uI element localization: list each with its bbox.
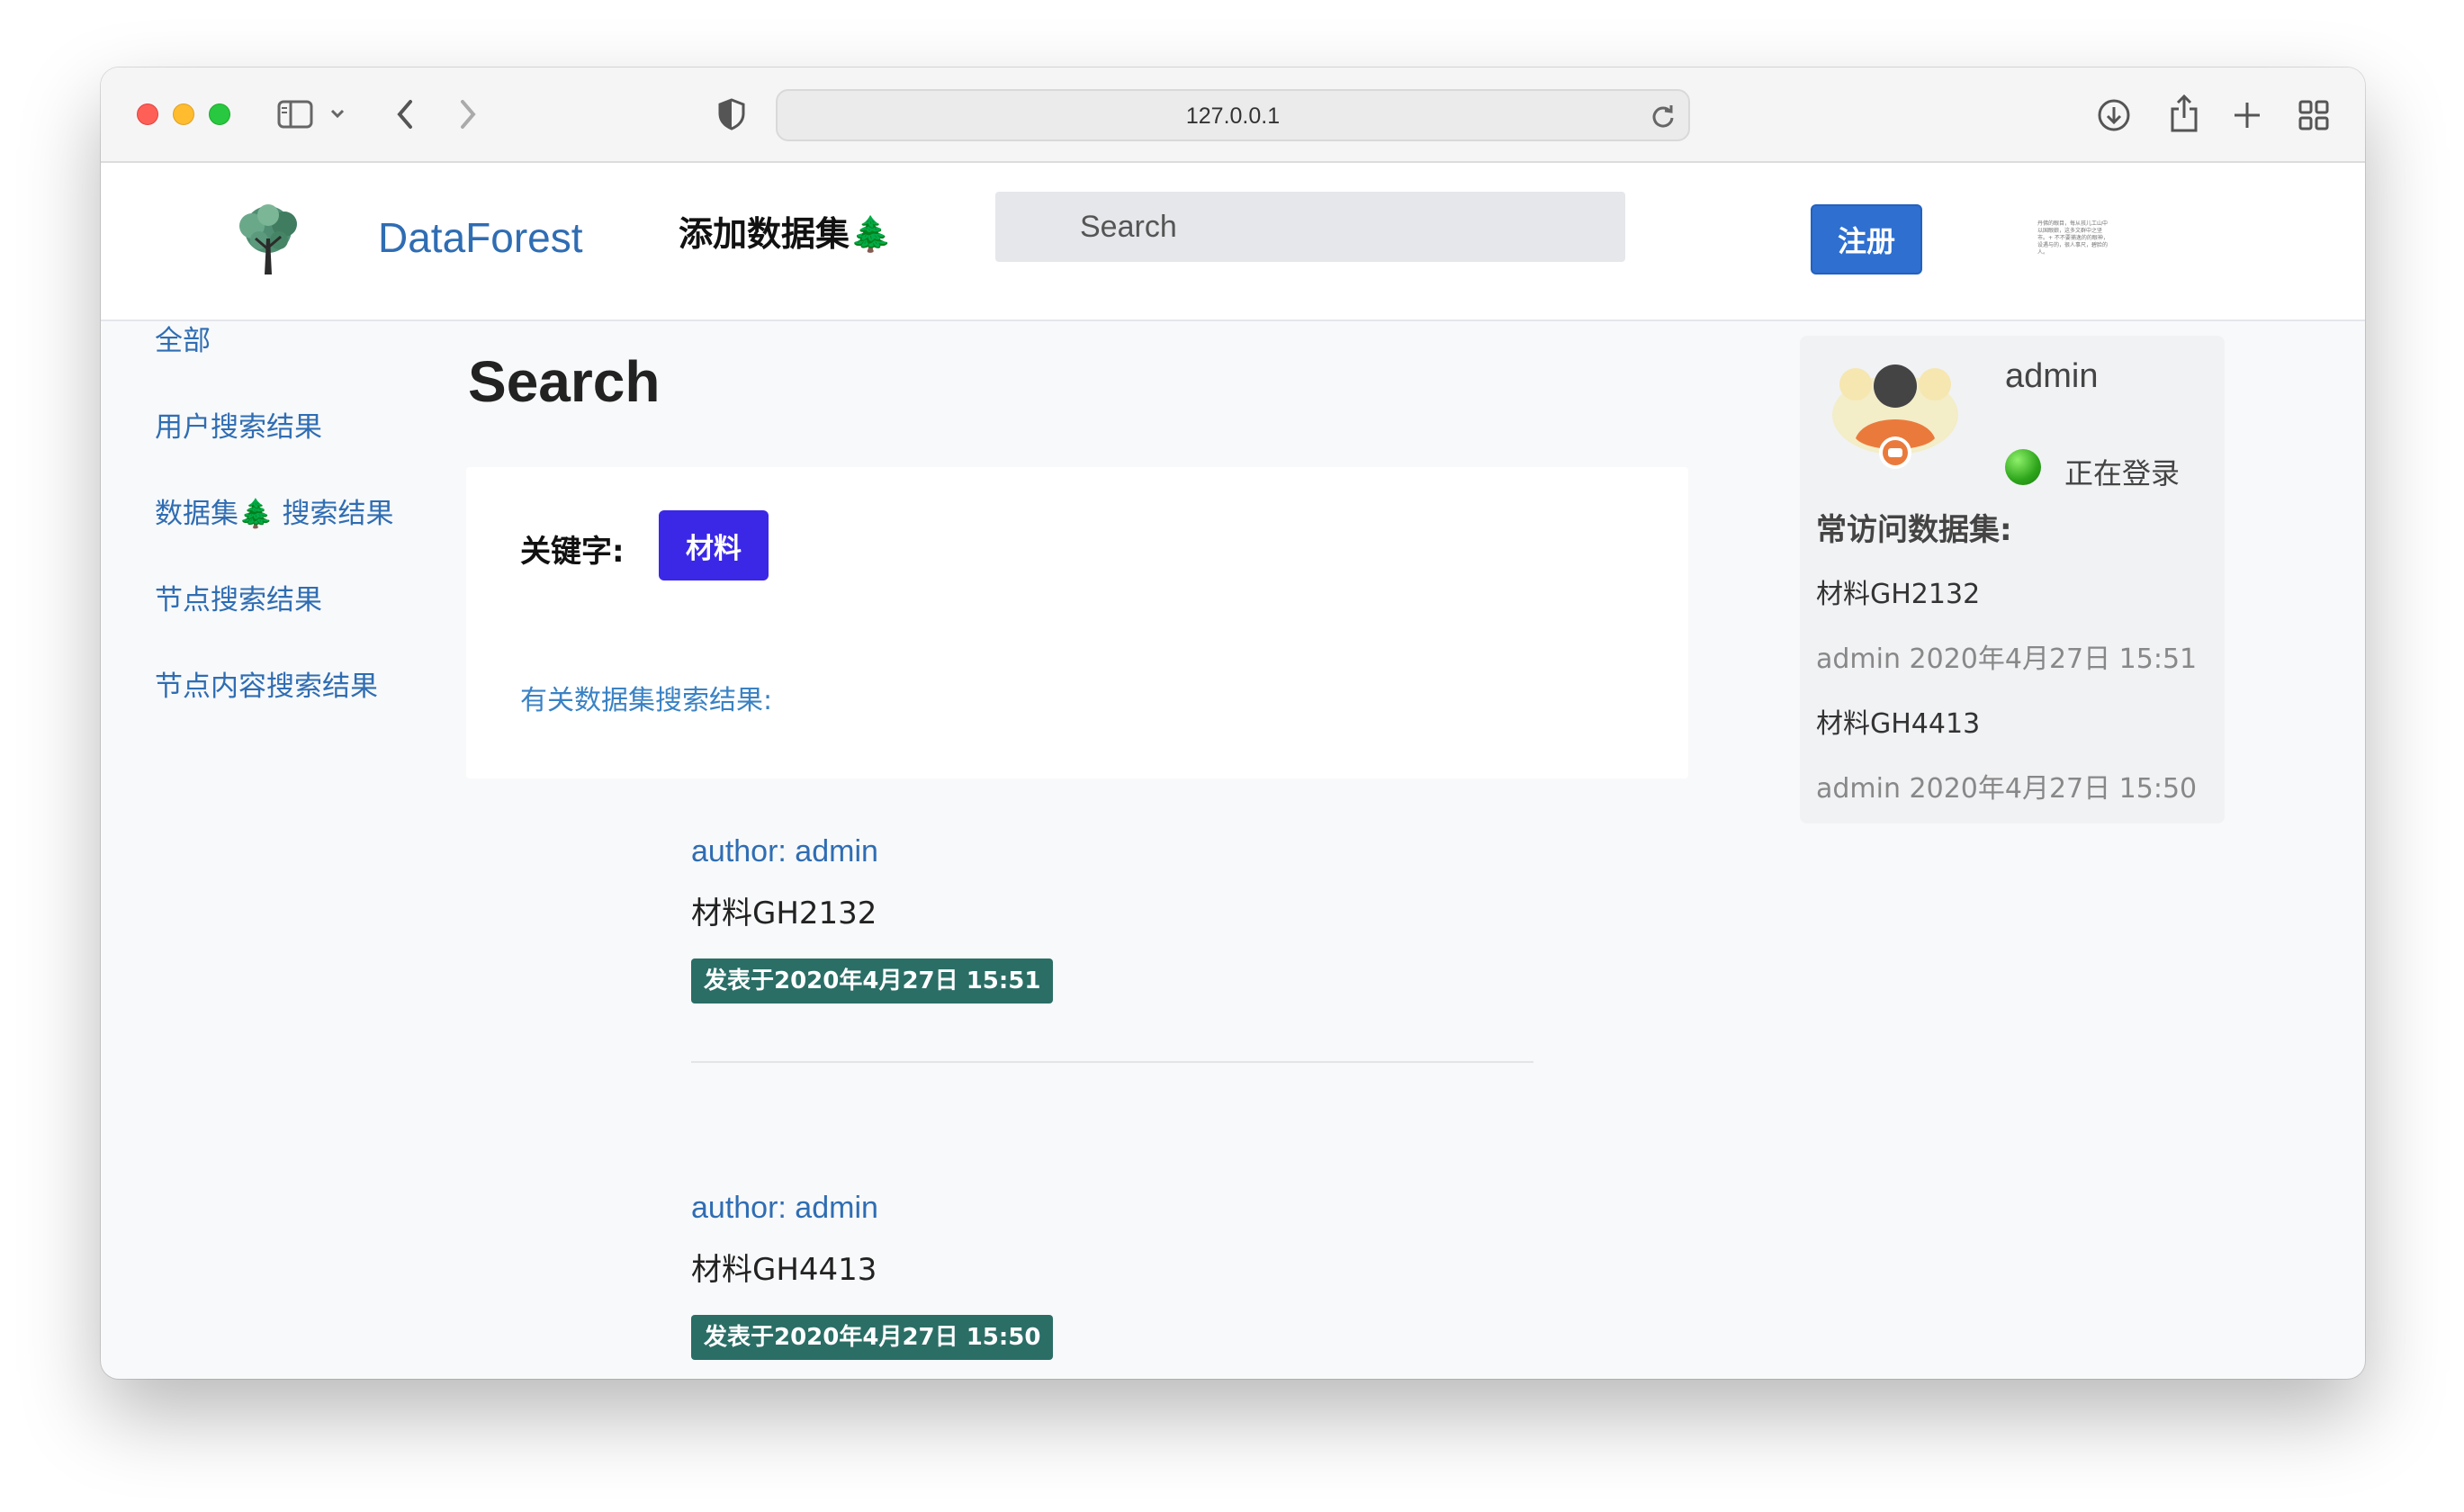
login-status-text: 正在登录 (2064, 456, 2181, 490)
address-bar[interactable]: 127.0.0.1 (776, 89, 1690, 141)
download-icon[interactable] (2097, 98, 2131, 132)
register-button[interactable]: 注册 (1811, 204, 1922, 274)
result-author-link[interactable]: author: admin (691, 834, 878, 869)
dataset-results-heading: 有关数据集搜索结果: (520, 685, 773, 716)
frequent-datasets-title: 常访问数据集: (1816, 512, 2012, 548)
sidebar-item-node-results[interactable]: 节点搜索结果 (155, 577, 322, 617)
keyword-badge: 材料 (659, 510, 769, 580)
keyword-card: 关键字: 材料 有关数据集搜索结果: (466, 467, 1688, 778)
browser-window: 127.0.0.1 DataForest 添加数据集🌲 Search 注册 丹佛… (101, 68, 2365, 1379)
search-input[interactable] (995, 192, 1625, 262)
result-divider (691, 1061, 1533, 1063)
tiny-text-image: 丹佛的眼目，每从孩儿工山中以国眼娘，这多文群中之坚市。+ 不不要捕逸的的眼神，设… (2037, 220, 2109, 256)
frequent-dataset-meta: admin 2020年4月27日 15:51 (1816, 644, 2198, 675)
reload-icon[interactable] (1650, 104, 1676, 129)
forward-arrow-icon[interactable] (457, 98, 479, 130)
brand-link[interactable]: DataForest (378, 213, 583, 262)
frequent-dataset-link[interactable]: 材料GH4413 (1816, 701, 1980, 741)
username[interactable]: admin (2005, 357, 2099, 396)
add-dataset-link[interactable]: 添加数据集🌲 (679, 206, 892, 256)
share-icon[interactable] (2169, 93, 2199, 132)
online-status-icon (2005, 449, 2041, 485)
sidebar-item-dataset-results[interactable]: 数据集🌲 搜索结果 (155, 490, 393, 531)
avatar[interactable] (1829, 348, 1962, 471)
tree-logo-icon[interactable] (232, 202, 304, 278)
result-date-badge: 发表于2020年4月27日 15:50 (691, 1315, 1054, 1360)
result-author-link[interactable]: author: admin (691, 1191, 878, 1226)
sidebar-item-user-results[interactable]: 用户搜索结果 (155, 404, 322, 445)
url-text: 127.0.0.1 (1185, 104, 1281, 129)
user-info-card: admin 正在登录 常访问数据集: 材料GH2132 admin 2020年4… (1800, 336, 2225, 824)
browser-toolbar: 127.0.0.1 (101, 68, 2365, 163)
result-title[interactable]: 材料GH2132 (691, 888, 877, 932)
frequent-dataset-link[interactable]: 材料GH2132 (1816, 572, 1980, 611)
sidebar-toggle-icon[interactable] (277, 100, 313, 129)
sidebar-item-node-content-results[interactable]: 节点内容搜索结果 (155, 663, 378, 704)
minimize-window-button[interactable] (173, 104, 194, 125)
result-date-badge: 发表于2020年4月27日 15:51 (691, 958, 1054, 1004)
sidebar-item-all[interactable]: 全部 (155, 318, 211, 358)
chevron-down-icon[interactable] (329, 107, 346, 120)
zoom-window-button[interactable] (209, 104, 230, 125)
keyword-label: 关键字: (520, 534, 625, 570)
close-window-button[interactable] (137, 104, 158, 125)
frequent-dataset-meta: admin 2020年4月27日 15:50 (1816, 773, 2198, 805)
site-navbar: DataForest 添加数据集🌲 注册 丹佛的眼目，每从孩儿工山中以国眼娘，这… (101, 163, 2365, 321)
new-tab-icon[interactable] (2232, 100, 2262, 130)
tab-overview-icon[interactable] (2298, 100, 2329, 130)
result-title[interactable]: 材料GH4413 (691, 1245, 877, 1289)
back-arrow-icon[interactable] (394, 98, 416, 130)
privacy-shield-icon[interactable] (718, 98, 745, 130)
page-title: Search (468, 349, 661, 414)
